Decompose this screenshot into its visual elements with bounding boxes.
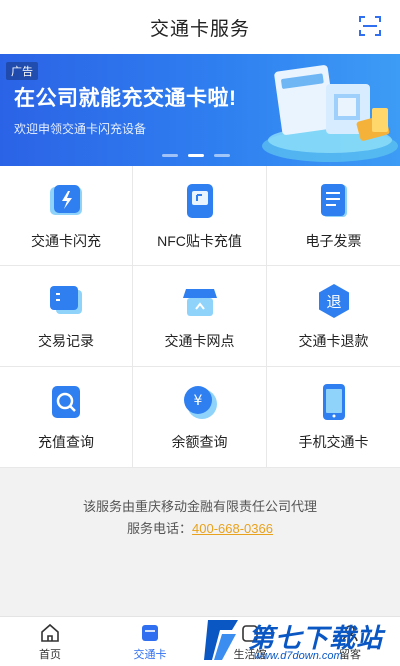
phone-label: 服务电话： [127,521,193,536]
scan-icon[interactable] [358,14,382,38]
service-info: 该服务由重庆移动金融有限责任公司代理 服务电话：400-668-0366 [0,496,400,540]
recharge-query-icon [52,386,80,418]
invoice-icon [320,183,347,217]
banner-dot[interactable] [162,154,178,157]
service-outlets[interactable]: 交通卡网点 [133,266,267,367]
service-phone-card[interactable]: 手机交通卡 [267,367,400,468]
flash-charge-icon [50,184,82,215]
service-invoice[interactable]: 电子发票 [267,166,400,266]
svg-text:¥: ¥ [193,393,202,409]
records-icon [50,286,82,314]
nfc-icon [186,183,213,218]
service-recharge-query[interactable]: 充值查询 [0,367,133,468]
service-label: 手机交通卡 [298,434,369,450]
service-label: 交易记录 [38,333,94,349]
phone-card-icon [322,384,345,420]
watermark-logo-icon [204,620,238,660]
svg-text:退: 退 [326,293,341,311]
banner-dot-active[interactable] [188,154,204,157]
service-label: 交通卡网点 [164,333,235,349]
home-icon [41,623,59,642]
phone-line: 服务电话：400-668-0366 [0,518,400,540]
store-icon [182,289,217,316]
banner-illustration [262,65,398,162]
agent-text: 该服务由重庆移动金融有限责任公司代理 [82,499,317,514]
service-label: 交通卡闪充 [31,232,101,249]
service-label: 电子发票 [305,232,362,249]
site-watermark: 第七下载站 www.d7down.com [200,614,400,666]
card-icon [142,624,158,641]
page-title: 交通卡服务 [149,18,250,40]
service-refund[interactable]: 退 交通卡退款 [267,266,400,367]
service-label: NFC贴卡充值 [157,232,242,249]
tab-home[interactable]: 首页 [0,617,100,666]
promo-banner[interactable]: 广告 在公司就能充交通卡啦! 欢迎申领交通卡闪充设备 [0,54,400,166]
tab-label: 交通卡 [133,648,167,661]
refund-icon: 退 [318,284,349,318]
banner-dot[interactable] [214,154,230,157]
service-balance-query[interactable]: ¥ 余额查询 [133,367,267,468]
tab-label: 首页 [39,648,61,661]
service-nfc-recharge[interactable]: NFC贴卡充值 [133,166,267,266]
banner-pagination [162,154,230,157]
banner-headline: 在公司就能充交通卡啦! [14,87,237,110]
service-grid: 交通卡闪充 NFC贴卡充值 电子发票 交易记录 交通卡网点 退 交通卡退款 充值… [0,166,400,468]
service-flash-charge[interactable]: 交通卡闪充 [0,166,133,266]
service-transaction-records[interactable]: 交易记录 [0,266,133,367]
phone-link[interactable]: 400-668-0366 [192,521,273,536]
watermark-url: www.d7down.com [254,650,343,662]
tab-transit-card[interactable]: 交通卡 [100,617,200,666]
service-label: 交通卡退款 [298,333,369,349]
service-label: 充值查询 [38,434,94,450]
app-header: 交通卡服务 [0,0,400,54]
balance-icon: ¥ [183,386,217,419]
ad-tag: 广告 [6,62,38,80]
banner-subtitle: 欢迎申领交通卡闪充设备 [14,122,147,136]
service-label: 余额查询 [171,434,228,450]
